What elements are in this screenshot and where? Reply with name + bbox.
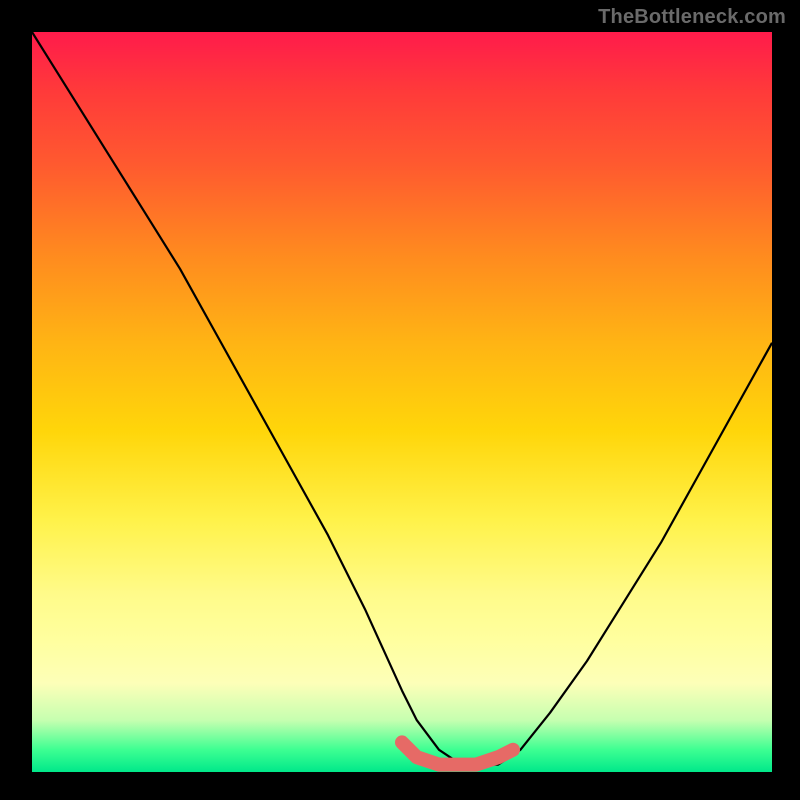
chart-frame: TheBottleneck.com [0,0,800,800]
chart-svg [32,32,772,772]
black-curve-path [32,32,772,765]
red-thick-segment-path [402,742,513,764]
watermark-text: TheBottleneck.com [598,6,786,29]
plot-area [32,32,772,772]
